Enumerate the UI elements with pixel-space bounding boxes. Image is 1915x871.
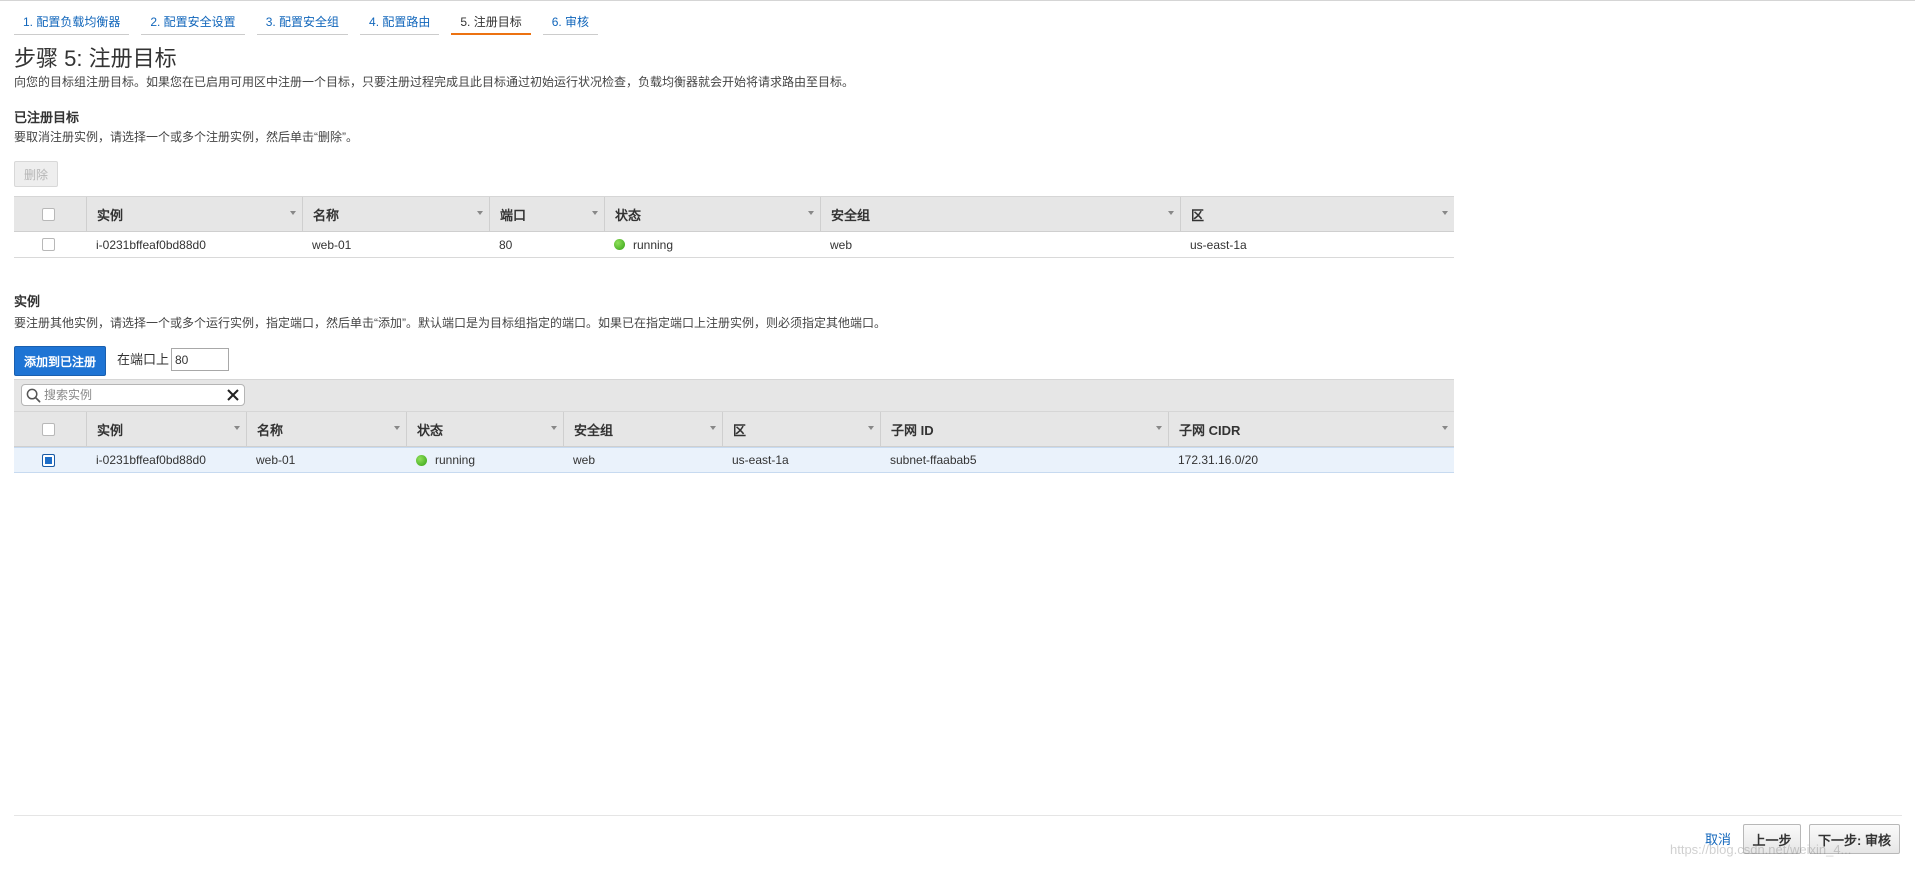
column-label: 状态: [615, 207, 642, 223]
instance-security-group: web: [830, 237, 853, 252]
column-label: 实例: [97, 422, 124, 438]
top-border: [0, 0, 1915, 1]
search-icon: [26, 388, 41, 402]
row-checkbox-checked[interactable]: [42, 453, 55, 467]
column-header-name[interactable]: 名称: [302, 197, 489, 231]
column-header-zone[interactable]: 区: [722, 412, 880, 446]
status-text: running: [435, 453, 476, 467]
row-checkbox[interactable]: [42, 238, 55, 251]
page-description: 向您的目标组注册目标。如果您在已启用可用区中注册一个目标，只要注册过程完成且此目…: [14, 75, 855, 89]
sort-caret-icon: [1442, 211, 1448, 215]
row-select-cell: [14, 232, 86, 257]
remove-button[interactable]: 删除: [14, 161, 58, 187]
instances-title: 实例: [14, 294, 41, 309]
search-input[interactable]: [41, 386, 217, 404]
column-label: 子网 ID: [891, 422, 934, 438]
instance-subnet-id: subnet-ffaabab5: [890, 453, 977, 467]
sort-caret-icon: [808, 211, 814, 215]
table-header: 实例 名称 状态 安全组 区 子网 ID 子网 CIDR: [14, 411, 1454, 447]
sort-caret-icon: [710, 426, 716, 430]
select-all-checkbox[interactable]: [42, 207, 55, 221]
column-label: 区: [733, 422, 747, 438]
instance-zone: us-east-1a: [1190, 237, 1247, 252]
step-tab-security-settings[interactable]: 2. 配置安全设置: [141, 13, 245, 35]
step-tab-configure-lb[interactable]: 1. 配置负载均衡器: [14, 13, 130, 35]
sort-caret-icon: [592, 211, 598, 215]
column-label: 安全组: [831, 207, 871, 223]
instances-description: 要注册其他实例，请选择一个或多个运行实例，指定端口，然后单击“添加”。默认端口是…: [14, 316, 886, 330]
wizard-steps: 1. 配置负载均衡器 2. 配置安全设置 3. 配置安全组 4. 配置路由 5.…: [14, 13, 610, 35]
column-label: 状态: [417, 422, 444, 438]
clear-search-icon[interactable]: [226, 388, 240, 402]
column-label: 端口: [500, 207, 527, 223]
registered-targets-title: 已注册目标: [14, 110, 80, 125]
footer-divider: [14, 815, 1902, 816]
instance-id: i-0231bffeaf0bd88d0: [96, 237, 206, 252]
page-title: 步骤 5: 注册目标: [14, 46, 177, 71]
select-all-cell: [14, 412, 86, 446]
sort-caret-icon: [1156, 426, 1162, 430]
instance-id: i-0231bffeaf0bd88d0: [96, 453, 206, 467]
status-running-icon: [416, 454, 427, 466]
sort-caret-icon: [394, 426, 400, 430]
column-header-name[interactable]: 名称: [246, 412, 406, 446]
column-label: 名称: [313, 207, 340, 223]
column-header-subnet-id[interactable]: 子网 ID: [880, 412, 1168, 446]
column-label: 名称: [257, 422, 284, 438]
sort-caret-icon: [290, 211, 296, 215]
sort-caret-icon: [551, 426, 557, 430]
table-row[interactable]: i-0231bffeaf0bd88d0 web-01 80 running we…: [14, 232, 1454, 258]
search-box: [21, 384, 245, 406]
registered-targets-description: 要取消注册实例，请选择一个或多个注册实例，然后单击“删除”。: [14, 130, 358, 144]
column-label: 实例: [97, 207, 124, 223]
column-label: 子网 CIDR: [1179, 422, 1241, 438]
instance-name: web-01: [256, 453, 296, 467]
instance-zone: us-east-1a: [732, 453, 789, 467]
row-select-cell: [14, 448, 86, 472]
instance-subnet-cidr: 172.31.16.0/20: [1178, 453, 1259, 467]
column-header-instance[interactable]: 实例: [86, 412, 246, 446]
port-label: 在端口上: [117, 352, 170, 367]
instance-name: web-01: [312, 237, 352, 252]
column-header-subnet-cidr[interactable]: 子网 CIDR: [1168, 412, 1454, 446]
instance-status: running: [406, 448, 475, 472]
column-header-status[interactable]: 状态: [406, 412, 563, 446]
step-tab-register-targets[interactable]: 5. 注册目标: [451, 13, 531, 35]
column-header-port[interactable]: 端口: [489, 197, 604, 231]
sort-caret-icon: [1442, 426, 1448, 430]
instances-table: 实例 名称 状态 安全组 区 子网 ID 子网 CIDR i-0231bffea…: [14, 411, 1454, 473]
step-tab-routing[interactable]: 4. 配置路由: [360, 13, 440, 35]
port-input[interactable]: [171, 348, 229, 371]
instances-toolbar: [14, 379, 1454, 411]
status-text: running: [633, 237, 674, 252]
step-tab-security-groups[interactable]: 3. 配置安全组: [256, 13, 349, 35]
registered-targets-table: 实例 名称 端口 状态 安全组 区 i-0231bffeaf0bd88d0 we…: [14, 196, 1454, 258]
table-row[interactable]: i-0231bffeaf0bd88d0 web-01 running web u…: [14, 447, 1454, 473]
column-header-instance[interactable]: 实例: [86, 197, 302, 231]
sort-caret-icon: [868, 426, 874, 430]
sort-caret-icon: [477, 211, 483, 215]
watermark: https://blog.csdn.net/weixin_4...: [1670, 842, 1852, 857]
step-tab-review[interactable]: 6. 审核: [542, 13, 599, 35]
column-header-security-group[interactable]: 安全组: [563, 412, 722, 446]
column-header-status[interactable]: 状态: [604, 197, 820, 231]
select-all-checkbox[interactable]: [42, 422, 55, 436]
column-label: 区: [1191, 207, 1205, 223]
column-label: 安全组: [574, 422, 614, 438]
status-running-icon: [614, 239, 625, 250]
table-header: 实例 名称 端口 状态 安全组 区: [14, 196, 1454, 232]
sort-caret-icon: [1168, 211, 1174, 215]
instance-port: 80: [499, 237, 513, 252]
instance-security-group: web: [573, 453, 596, 467]
add-to-registered-button[interactable]: 添加到已注册: [14, 346, 107, 376]
select-all-cell: [14, 197, 86, 231]
sort-caret-icon: [234, 426, 240, 430]
column-header-security-group[interactable]: 安全组: [820, 197, 1180, 231]
instance-status: running: [604, 232, 673, 257]
column-header-zone[interactable]: 区: [1180, 197, 1454, 231]
